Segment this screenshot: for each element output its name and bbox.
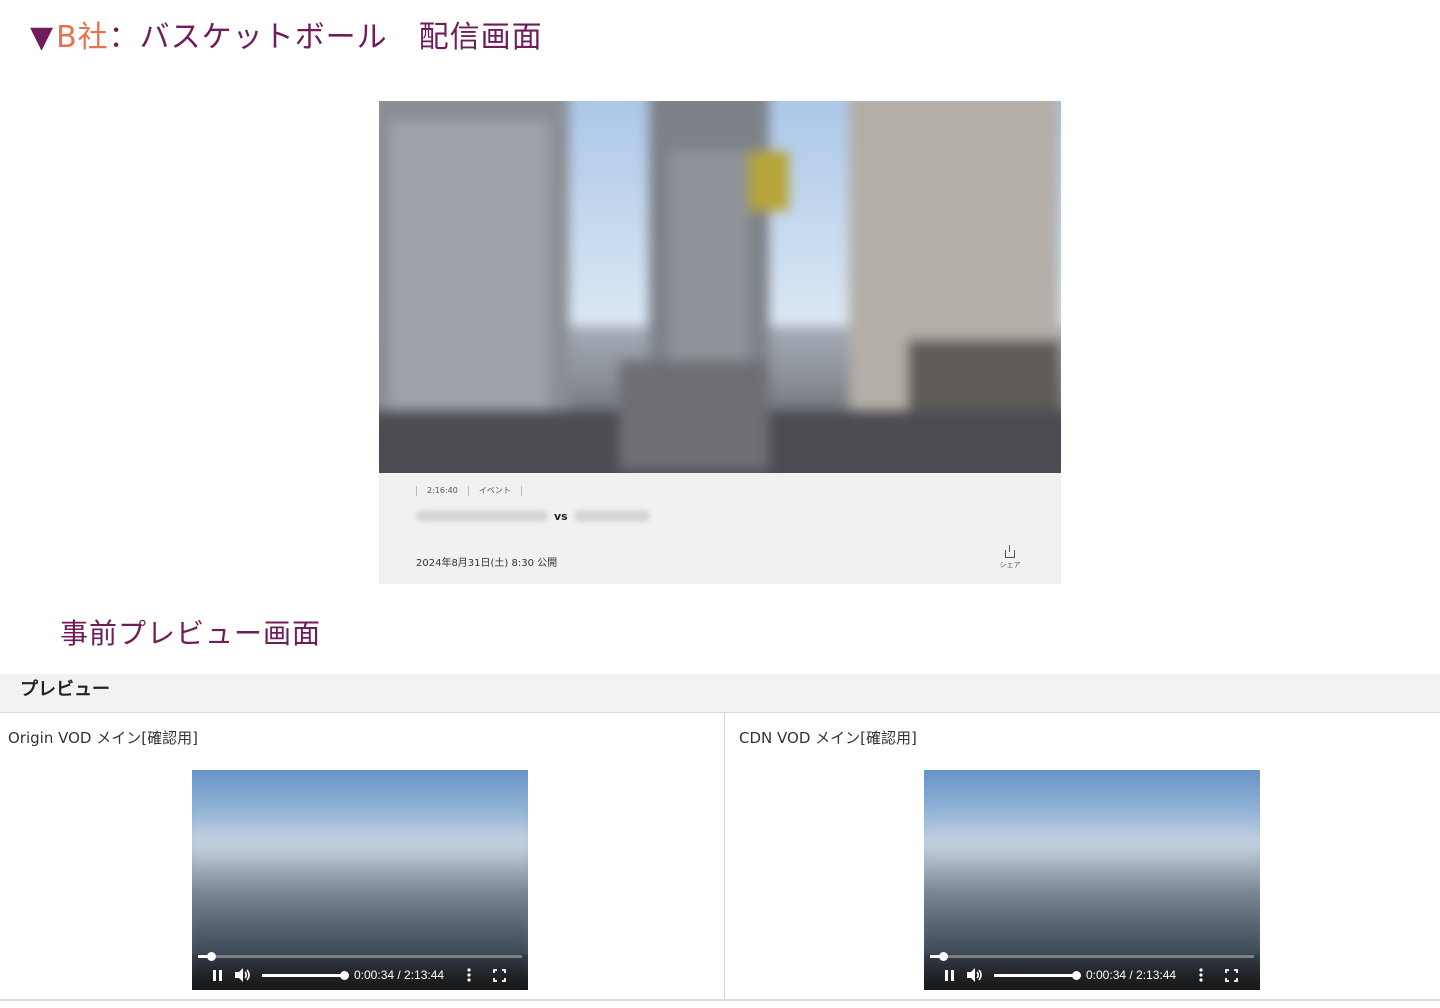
match-title: vs [416,507,650,525]
blurred-team-name [416,510,548,522]
progress-bar[interactable] [198,952,522,961]
volume-slider[interactable] [994,970,1081,980]
stream-duration: 2:16:40 [427,486,458,495]
published-date: 2024年8月31日(土) 8:30 公開 [416,558,558,569]
panel-title: CDN VOD メイン[確認用] [739,729,917,747]
fullscreen-icon [1224,968,1238,982]
blurred-city-image [379,101,1061,473]
pause-button[interactable] [936,964,962,986]
volume-fill [262,973,344,977]
stream-category: イベント [478,486,511,495]
volume-fill [994,973,1076,977]
time-display: 0:00:34 / 2:13:44 [354,968,445,982]
share-button[interactable]: シェア [997,545,1023,570]
stream-meta-row: 2:16:40 イベント [416,485,522,496]
fullscreen-button[interactable] [1218,964,1244,986]
preview-header-label: プレビュー [20,679,110,700]
divider [520,485,522,496]
fullscreen-button[interactable] [486,964,512,986]
panel-title: Origin VOD メイン[確認用] [8,729,198,747]
progress-handle[interactable] [206,952,216,961]
volume-icon [967,968,982,982]
pause-icon [212,969,222,981]
volume-handle[interactable] [340,970,349,980]
fullscreen-icon [492,968,506,982]
triangle-marker-icon: ▼ [30,20,55,55]
player-controls: 0:00:34 / 2:13:44 [924,952,1260,990]
preview-section-title: 事前プレビュー画面 [60,617,322,650]
share-label: シェア [999,561,1021,569]
stream-card: 2:16:40 イベント vs 2024年8月31日(土) 8:30 公開 シェ… [379,101,1061,584]
more-options-button[interactable] [456,964,482,986]
stream-video-thumbnail[interactable] [379,101,1061,473]
preview-header-bar: プレビュー [0,674,1440,713]
pause-button[interactable] [204,964,230,986]
panel-bottom-divider [0,999,1440,1001]
volume-button[interactable] [962,964,988,986]
divider [416,485,417,496]
pause-icon [944,969,954,981]
video-player[interactable]: 0:00:34 / 2:13:44 [192,770,528,990]
broadcast-title-text: ：バスケットボール 配信画面 [108,20,543,55]
volume-button[interactable] [230,964,256,986]
progress-handle[interactable] [938,952,948,961]
company-name: B社 [56,20,109,55]
video-player[interactable]: 0:00:34 / 2:13:44 [924,770,1260,990]
more-options-button[interactable] [1188,964,1214,986]
player-controls: 0:00:34 / 2:13:44 [192,952,528,990]
volume-slider[interactable] [262,970,349,980]
more-vertical-icon [1199,968,1203,982]
blurred-team-name [573,510,650,522]
volume-icon [235,968,250,982]
origin-vod-panel: Origin VOD メイン[確認用] 0:00:34 / 2:13:44 [0,713,725,1000]
divider [467,485,469,496]
time-display: 0:00:34 / 2:13:44 [1086,968,1177,982]
progress-bar[interactable] [930,952,1254,961]
cdn-vod-panel: CDN VOD メイン[確認用] 0:00:34 / 2:13:44 [726,713,1440,1000]
volume-handle[interactable] [1072,970,1081,980]
vs-label: vs [554,509,568,523]
broadcast-section-title: ▼B社：バスケットボール 配信画面 [30,18,543,58]
share-icon [1005,545,1015,558]
more-vertical-icon [467,968,471,982]
